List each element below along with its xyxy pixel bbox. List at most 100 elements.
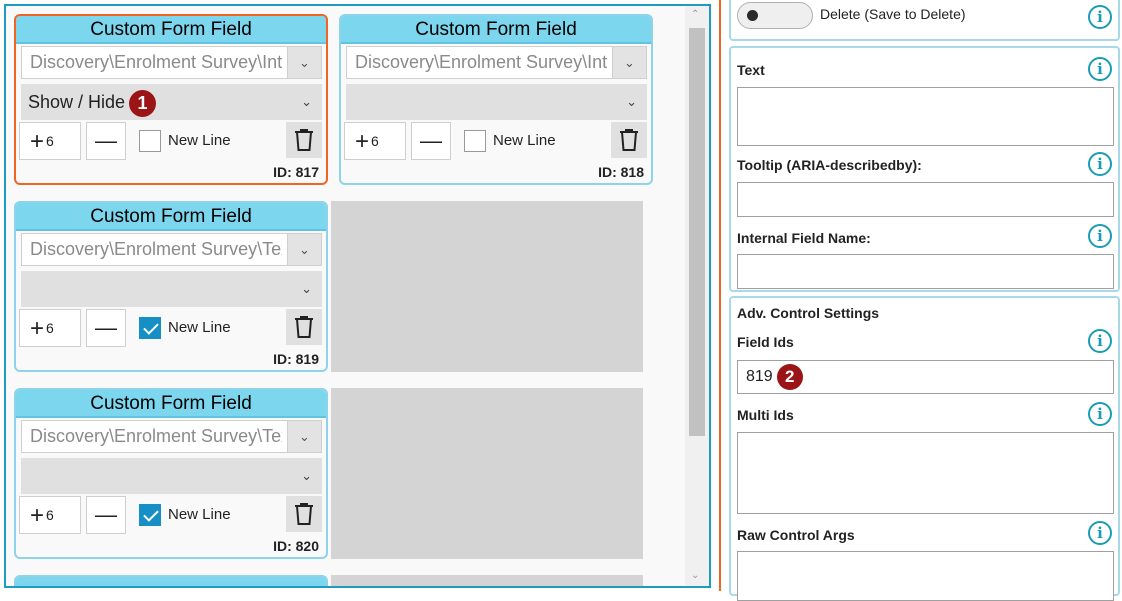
- delete-field-button[interactable]: [286, 309, 322, 345]
- field-path-value: Discovery\Enrolment Survey\Inte: [30, 52, 282, 72]
- chevron-down-icon: ⌄: [301, 94, 312, 109]
- delete-field-button[interactable]: [286, 496, 322, 532]
- field-path-value: Discovery\Enrolment Survey\Inte: [355, 52, 607, 72]
- empty-grid-cell: [331, 388, 643, 559]
- tooltip-label: Tooltip (ARIA-describedby):: [737, 157, 922, 173]
- new-line-label: New Line: [168, 132, 231, 149]
- delete-field-button[interactable]: [286, 122, 322, 158]
- decrease-width-button[interactable]: —: [86, 122, 126, 160]
- custom-form-field-card[interactable]: Custom Form Field Discovery\Enrolment Su…: [14, 388, 328, 559]
- field-ids-label: Field Ids: [737, 334, 794, 350]
- chevron-down-icon[interactable]: ⌄: [287, 47, 321, 78]
- minus-icon: —: [420, 128, 442, 153]
- width-value: 6: [46, 133, 54, 149]
- form-canvas: Custom Form Field Discovery\Enrolment Su…: [4, 4, 711, 588]
- trash-icon: [295, 503, 313, 525]
- new-line-label: New Line: [168, 506, 231, 523]
- field-path-select[interactable]: Discovery\Enrolment Survey\Inte ⌄: [21, 46, 322, 79]
- scroll-down-icon[interactable]: ⌄: [691, 570, 699, 582]
- text-field[interactable]: [737, 87, 1114, 146]
- delete-field-button[interactable]: [611, 122, 647, 158]
- increase-width-button[interactable]: +6: [344, 122, 406, 160]
- chevron-down-icon: ⌄: [301, 281, 312, 296]
- internal-field-name-field[interactable]: [737, 254, 1114, 289]
- card-title: Custom Form Field: [16, 390, 326, 418]
- field-path-select[interactable]: Discovery\Enrolment Survey\Inte ⌄: [346, 46, 647, 79]
- increase-width-button[interactable]: +6: [19, 496, 81, 534]
- internal-field-name-label: Internal Field Name:: [737, 230, 871, 246]
- new-line-checkbox[interactable]: [139, 504, 161, 526]
- scroll-up-icon[interactable]: ⌃: [691, 9, 699, 21]
- info-icon[interactable]: i: [1088, 57, 1112, 81]
- callout-marker: 1: [129, 89, 157, 117]
- raw-control-args-field[interactable]: [737, 551, 1114, 601]
- field-path-select[interactable]: Discovery\Enrolment Survey\Text ⌄: [21, 233, 322, 266]
- delete-toggle-label: Delete (Save to Delete): [820, 6, 966, 22]
- trash-icon: [295, 316, 313, 338]
- width-value: 6: [46, 320, 54, 336]
- plus-icon: +: [30, 128, 45, 155]
- chevron-down-icon[interactable]: ⌄: [287, 234, 321, 265]
- empty-grid-cell: [331, 201, 643, 372]
- plus-icon: +: [30, 315, 45, 342]
- new-line-checkbox[interactable]: [464, 130, 486, 152]
- custom-form-field-card[interactable]: Custom Form Field Discovery\Enrolment Su…: [14, 14, 328, 185]
- minus-icon: —: [95, 502, 117, 527]
- action-select[interactable]: ⌄: [21, 458, 322, 494]
- delete-toggle[interactable]: [737, 2, 813, 29]
- action-select[interactable]: ⌄: [21, 271, 322, 307]
- custom-form-field-card[interactable]: Custom Form Field Discovery\Enrolment Su…: [14, 201, 328, 372]
- panel-splitter[interactable]: [719, 0, 721, 591]
- card-title: Custom Form Field: [16, 203, 326, 231]
- field-id-label: ID: 820: [273, 538, 319, 554]
- custom-form-field-card-partial[interactable]: [14, 575, 328, 586]
- field-ids-value: 819: [746, 368, 773, 385]
- info-icon[interactable]: i: [1088, 224, 1112, 248]
- field-ids-field[interactable]: 819 2: [737, 360, 1114, 394]
- chevron-down-icon: ⌄: [301, 468, 312, 483]
- card-title: Custom Form Field: [341, 16, 651, 44]
- field-path-select[interactable]: Discovery\Enrolment Survey\Text ⌄: [21, 420, 322, 453]
- field-id-label: ID: 817: [273, 164, 319, 180]
- multi-ids-field[interactable]: [737, 432, 1114, 514]
- minus-icon: —: [95, 315, 117, 340]
- new-line-label: New Line: [493, 132, 556, 149]
- scrollbar-thumb[interactable]: [689, 28, 705, 436]
- increase-width-button[interactable]: +6: [19, 122, 81, 160]
- increase-width-button[interactable]: +6: [19, 309, 81, 347]
- new-line-checkbox[interactable]: [139, 130, 161, 152]
- delete-section: Delete (Save to Delete) i: [729, 0, 1120, 41]
- info-icon[interactable]: i: [1088, 329, 1112, 353]
- action-select[interactable]: Show / Hide 1 ⌄: [21, 84, 322, 120]
- info-icon[interactable]: i: [1088, 152, 1112, 176]
- action-value: Show / Hide: [28, 92, 126, 112]
- decrease-width-button[interactable]: —: [86, 309, 126, 347]
- card-title: Custom Form Field: [16, 16, 326, 44]
- chevron-down-icon[interactable]: ⌄: [287, 421, 321, 452]
- decrease-width-button[interactable]: —: [86, 496, 126, 534]
- decrease-width-button[interactable]: —: [411, 122, 451, 160]
- multi-ids-label: Multi Ids: [737, 407, 794, 423]
- raw-control-args-label: Raw Control Args: [737, 527, 855, 543]
- trash-icon: [295, 129, 313, 151]
- info-icon[interactable]: i: [1088, 402, 1112, 426]
- adv-control-settings-section: Adv. Control Settings Field Ids i 819 2 M…: [729, 296, 1120, 601]
- action-select[interactable]: ⌄: [346, 84, 647, 120]
- chevron-down-icon: ⌄: [626, 94, 637, 109]
- toggle-knob: [747, 10, 758, 21]
- plus-icon: +: [355, 128, 370, 155]
- minus-icon: —: [95, 128, 117, 153]
- chevron-down-icon[interactable]: ⌄: [612, 47, 646, 78]
- tooltip-field[interactable]: [737, 182, 1114, 217]
- width-value: 6: [371, 133, 379, 149]
- custom-form-field-card[interactable]: Custom Form Field Discovery\Enrolment Su…: [339, 14, 653, 185]
- vertical-scrollbar[interactable]: ⌃ ⌄: [685, 6, 709, 586]
- field-id-label: ID: 818: [598, 164, 644, 180]
- info-icon[interactable]: i: [1088, 5, 1112, 29]
- field-path-value: Discovery\Enrolment Survey\Text: [30, 426, 282, 446]
- new-line-checkbox[interactable]: [139, 317, 161, 339]
- plus-icon: +: [30, 502, 45, 529]
- info-icon[interactable]: i: [1088, 521, 1112, 545]
- card-title-partial: [16, 577, 326, 586]
- text-settings-section: Text i Tooltip (ARIA-describedby): i Int…: [729, 46, 1120, 292]
